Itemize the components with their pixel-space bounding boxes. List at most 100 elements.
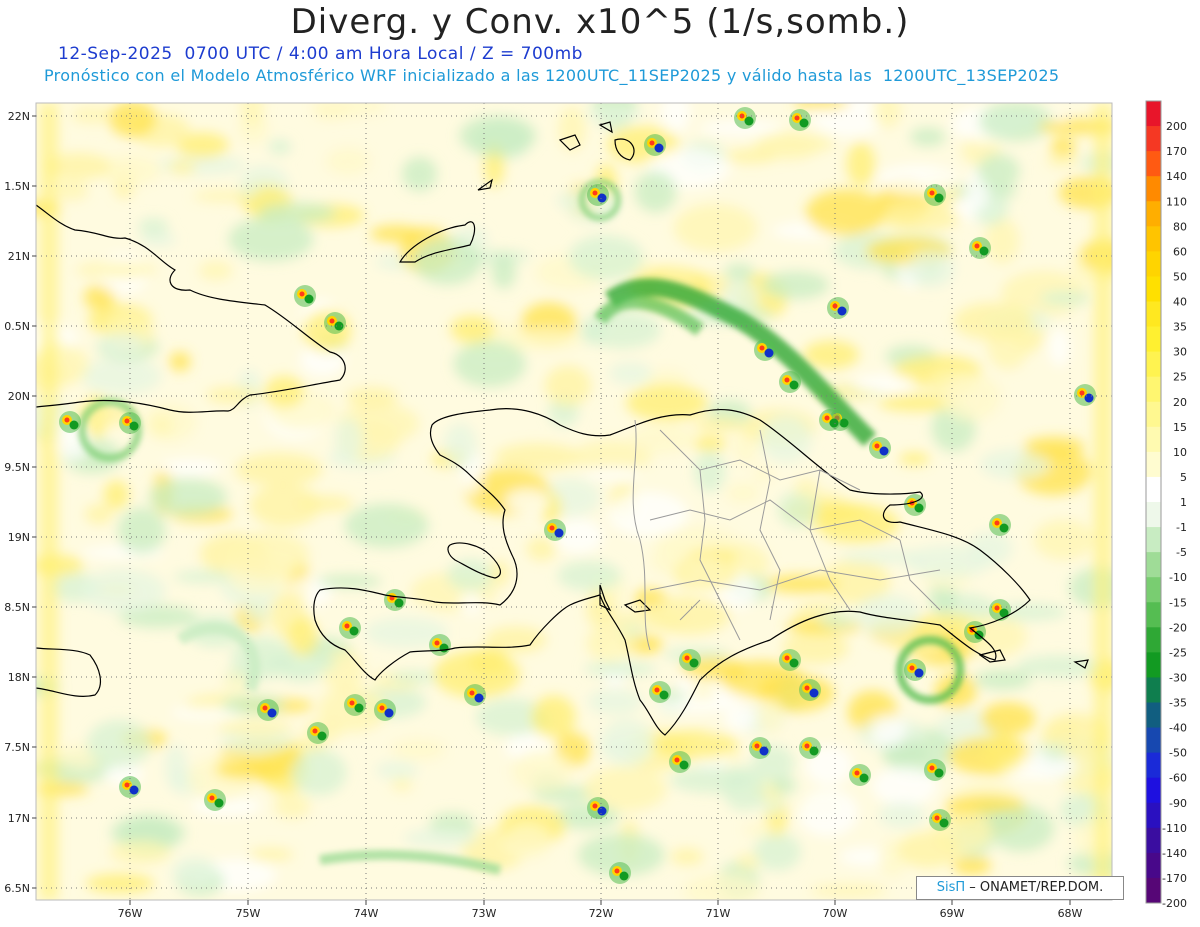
colorbar-swatch xyxy=(1146,201,1161,227)
lat-tick-label: 20N xyxy=(8,390,30,403)
convective-cell xyxy=(929,809,951,831)
colorbar-swatch xyxy=(1146,677,1161,703)
convective-cell xyxy=(1074,384,1096,406)
lat-tick-label: 19N xyxy=(8,531,30,544)
convective-cell xyxy=(924,759,946,781)
colorbar-swatch xyxy=(1146,527,1161,553)
convective-cell xyxy=(384,589,406,611)
colorbar-label: -10 xyxy=(1169,571,1187,584)
colorbar-label: -140 xyxy=(1162,847,1187,860)
colorbar-swatch xyxy=(1146,777,1161,804)
colorbar-label: 40 xyxy=(1173,296,1187,309)
convective-cell xyxy=(307,722,329,744)
colorbar-label: -5 xyxy=(1176,546,1187,559)
colorbar-swatch xyxy=(1146,802,1161,829)
colorbar-label: 50 xyxy=(1173,270,1187,283)
credit-text: – ONAMET/REP.DOM. xyxy=(965,880,1104,895)
colorbar-swatch xyxy=(1146,101,1161,127)
colorbar-label: 20 xyxy=(1173,396,1187,409)
convective-cell xyxy=(374,699,396,721)
colorbar-swatch xyxy=(1146,727,1161,754)
convective-cell xyxy=(819,409,841,431)
lon-tick-label: 68W xyxy=(1058,907,1083,920)
convective-cell xyxy=(257,699,279,721)
colorbar-swatch xyxy=(1146,376,1161,403)
lat-tick-label: 8.5N xyxy=(4,601,30,614)
convective-cell xyxy=(59,411,81,433)
convective-cell xyxy=(989,599,1011,621)
convective-cell xyxy=(344,694,366,716)
colorbar-label: 60 xyxy=(1173,245,1187,258)
colorbar-swatch xyxy=(1146,151,1161,177)
lat-tick-label: 7.5N xyxy=(4,741,30,754)
colorbar-swatch xyxy=(1146,652,1161,678)
convective-cell xyxy=(789,109,811,131)
colorbar-label: 170 xyxy=(1166,145,1187,158)
colorbar-label: -110 xyxy=(1162,822,1187,835)
lat-tick-label: 22N xyxy=(8,110,30,123)
colorbar-label: 110 xyxy=(1166,195,1187,208)
colorbar-label: 140 xyxy=(1166,170,1187,183)
convective-cell xyxy=(779,371,801,393)
colorbar-swatch xyxy=(1146,401,1161,428)
convective-cell xyxy=(904,659,926,681)
colorbar-label: 200 xyxy=(1166,120,1187,133)
convective-cell xyxy=(644,134,666,156)
lon-tick-label: 74W xyxy=(354,907,379,920)
lon-tick-label: 69W xyxy=(940,907,965,920)
lon-tick-label: 71W xyxy=(706,907,731,920)
colorbar-swatch xyxy=(1146,301,1161,328)
convective-cell xyxy=(294,285,316,307)
convective-cell xyxy=(989,514,1011,536)
colorbar-swatch xyxy=(1146,827,1161,854)
convective-cell xyxy=(609,862,631,884)
convective-cell xyxy=(339,617,361,639)
colorbar-swatch xyxy=(1146,852,1161,879)
lat-tick-label: 0.5N xyxy=(4,320,30,333)
lat-tick-label: 9.5N xyxy=(4,461,30,474)
convective-cell xyxy=(587,797,609,819)
colorbar-label: -35 xyxy=(1169,697,1187,710)
colorbar-label: 10 xyxy=(1173,446,1187,459)
colorbar-swatch xyxy=(1146,351,1161,378)
convective-cell xyxy=(734,107,756,129)
colorbar-swatch xyxy=(1146,176,1161,202)
lon-tick-label: 73W xyxy=(472,907,497,920)
colorbar-swatch xyxy=(1146,226,1161,252)
convective-cell xyxy=(429,634,451,656)
colorbar-label: 25 xyxy=(1173,371,1187,384)
convective-cell xyxy=(754,339,776,361)
convective-cell xyxy=(827,297,849,319)
colorbar: 200 170 140 110 80 60 50 40 35 30 25 20 15 10 5 1 -1 -5 -1… xyxy=(1145,100,1187,910)
colorbar-swatch xyxy=(1146,877,1161,904)
colorbar-label: 5 xyxy=(1180,471,1187,484)
colorbar-swatch xyxy=(1146,426,1161,453)
convective-cell xyxy=(544,519,566,541)
convective-cell xyxy=(587,184,609,206)
divergence-map: 22N 1.5N 21N 0.5N 20N 9.5N 19N 8.5N 18N 7.5N 17N 6.… xyxy=(4,100,1187,920)
convective-cell xyxy=(464,684,486,706)
colorbar-label: -15 xyxy=(1169,596,1187,609)
colorbar-label: -25 xyxy=(1169,646,1187,659)
colorbar-label: -1 xyxy=(1176,521,1187,534)
colorbar-swatch xyxy=(1146,702,1161,729)
convective-cell xyxy=(924,184,946,206)
convective-cell xyxy=(799,679,821,701)
colorbar-swatch xyxy=(1146,476,1161,503)
convective-cell xyxy=(204,789,226,811)
colorbar-swatch xyxy=(1146,752,1161,779)
colorbar-swatch xyxy=(1146,451,1161,478)
convective-cell xyxy=(869,437,891,459)
colorbar-swatch xyxy=(1146,577,1161,603)
colorbar-swatch xyxy=(1146,251,1161,277)
colorbar-swatch xyxy=(1146,276,1161,302)
convective-cell xyxy=(749,737,771,759)
colorbar-label: 35 xyxy=(1173,321,1187,334)
colorbar-label: -90 xyxy=(1169,797,1187,810)
colorbar-swatch xyxy=(1146,627,1161,653)
convective-cell xyxy=(799,737,821,759)
lat-tick-label: 17N xyxy=(8,812,30,825)
convective-cell xyxy=(679,649,701,671)
colorbar-swatch xyxy=(1146,326,1161,353)
lat-tick-label: 21N xyxy=(8,250,30,263)
